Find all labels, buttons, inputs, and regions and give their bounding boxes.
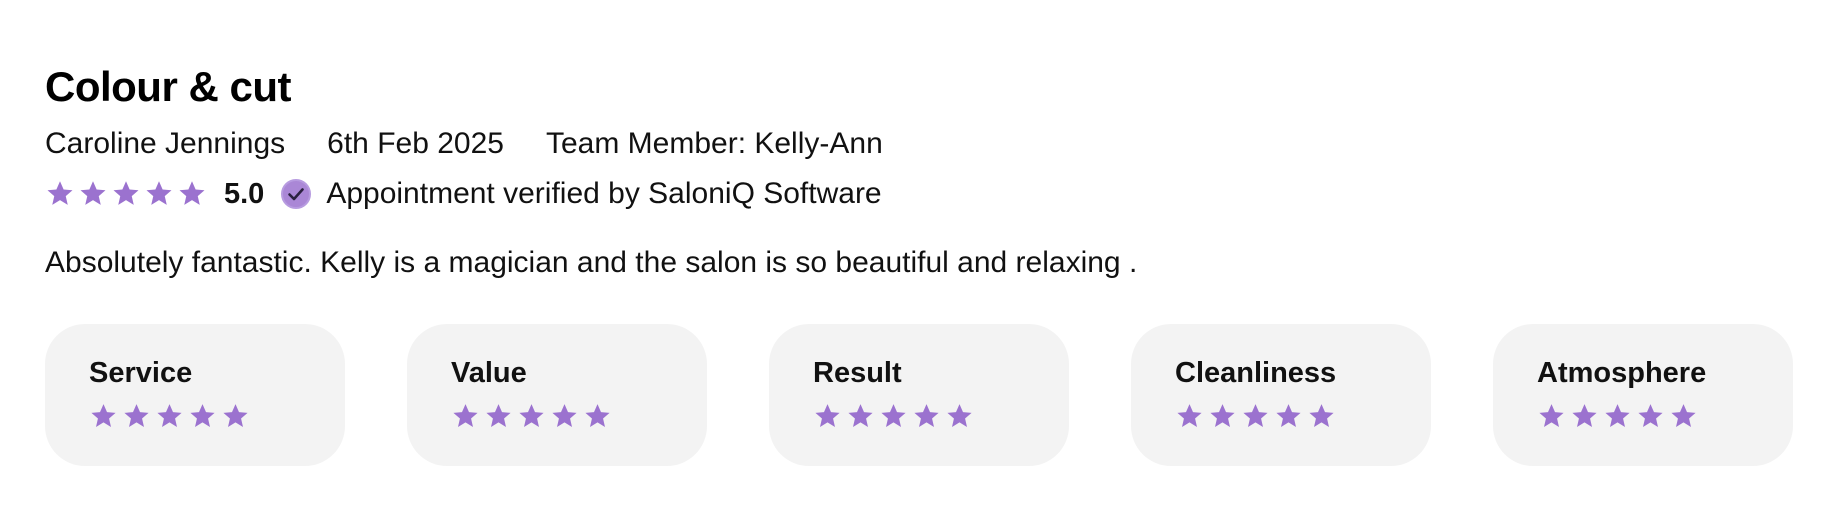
star-icon	[122, 402, 151, 431]
star-icon	[846, 402, 875, 431]
review-meta: Caroline Jennings 6th Feb 2025 Team Memb…	[45, 126, 1805, 162]
star-icon	[583, 402, 612, 431]
star-icon	[144, 179, 174, 209]
category-stars	[1175, 402, 1431, 431]
star-icon	[221, 402, 250, 431]
category-stars	[89, 402, 345, 431]
category-card-result: Result	[769, 324, 1069, 466]
star-icon	[1175, 402, 1204, 431]
review-body: Absolutely fantastic. Kelly is a magicia…	[45, 246, 1138, 279]
star-icon	[78, 179, 108, 209]
star-icon	[813, 402, 842, 431]
team-member: Team Member: Kelly-Ann	[545, 127, 883, 160]
star-icon	[517, 402, 546, 431]
review-title: Colour & cut	[45, 63, 291, 110]
review-card: Colour & cut Caroline Jennings 6th Feb 2…	[45, 62, 1805, 466]
overall-rating-row: 5.0 Appointment verified by SaloniQ Soft…	[45, 174, 1805, 214]
overall-stars	[45, 179, 210, 209]
star-icon	[1274, 402, 1303, 431]
star-icon	[451, 402, 480, 431]
star-icon	[1208, 402, 1237, 431]
star-icon	[1537, 402, 1566, 431]
category-label: Atmosphere	[1537, 357, 1707, 389]
verified-text: Appointment verified by SaloniQ Software	[326, 177, 882, 210]
star-icon	[1570, 402, 1599, 431]
category-card-value: Value	[407, 324, 707, 466]
star-icon	[1241, 402, 1270, 431]
star-icon	[1636, 402, 1665, 431]
reviewer-name: Caroline Jennings	[45, 127, 286, 160]
verified-check-icon	[280, 178, 312, 210]
category-ratings: Service Value Result Cleanliness Atmosph…	[45, 324, 1805, 466]
star-icon	[188, 402, 217, 431]
star-icon	[89, 402, 118, 431]
star-icon	[550, 402, 579, 431]
star-icon	[177, 179, 207, 209]
star-icon	[45, 179, 75, 209]
category-label: Value	[451, 357, 527, 389]
star-icon	[912, 402, 941, 431]
star-icon	[1669, 402, 1698, 431]
category-stars	[451, 402, 707, 431]
star-icon	[1307, 402, 1336, 431]
star-icon	[155, 402, 184, 431]
star-icon	[111, 179, 141, 209]
star-icon	[879, 402, 908, 431]
category-stars	[813, 402, 1069, 431]
category-card-cleanliness: Cleanliness	[1131, 324, 1431, 466]
star-icon	[1603, 402, 1632, 431]
category-card-atmosphere: Atmosphere	[1493, 324, 1793, 466]
category-stars	[1537, 402, 1793, 431]
category-label: Service	[89, 357, 193, 389]
category-label: Result	[813, 357, 902, 389]
star-icon	[484, 402, 513, 431]
review-date: 6th Feb 2025	[327, 127, 504, 160]
category-label: Cleanliness	[1175, 357, 1337, 389]
rating-score: 5.0	[224, 177, 265, 210]
star-icon	[945, 402, 974, 431]
category-card-service: Service	[45, 324, 345, 466]
